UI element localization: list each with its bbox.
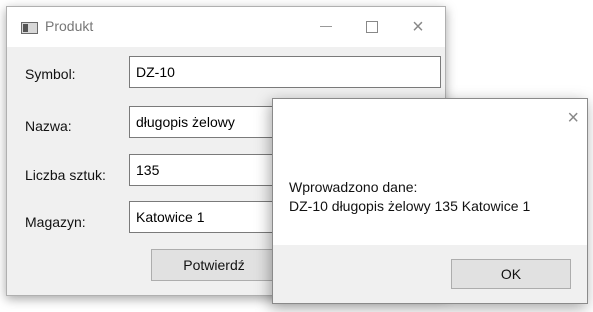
message-heading: Wprowadzono dane:	[289, 179, 418, 195]
minimize-icon	[320, 26, 332, 28]
window-app-icon	[21, 22, 38, 34]
minimize-button[interactable]	[303, 7, 349, 47]
quantity-label: Liczba sztuk:	[25, 167, 106, 183]
window-title: Produkt	[45, 18, 94, 34]
close-button[interactable]: ×	[395, 7, 441, 47]
message-footer: OK	[273, 245, 587, 303]
maximize-button[interactable]	[349, 7, 395, 47]
name-label: Nazwa:	[25, 118, 72, 134]
maximize-icon	[366, 20, 378, 33]
message-close-button[interactable]: ×	[567, 107, 579, 130]
warehouse-label: Magazyn:	[25, 214, 86, 230]
message-box: × Wprowadzono dane: DZ-10 długopis żelow…	[272, 98, 588, 304]
confirm-button[interactable]: Potwierdź	[151, 249, 277, 281]
title-bar[interactable]: Produkt ×	[7, 7, 445, 47]
message-details: DZ-10 długopis żelowy 135 Katowice 1	[289, 198, 531, 214]
symbol-label: Symbol:	[25, 66, 76, 82]
close-icon: ×	[412, 16, 424, 38]
symbol-input[interactable]	[129, 56, 441, 88]
ok-button[interactable]: OK	[451, 259, 571, 289]
